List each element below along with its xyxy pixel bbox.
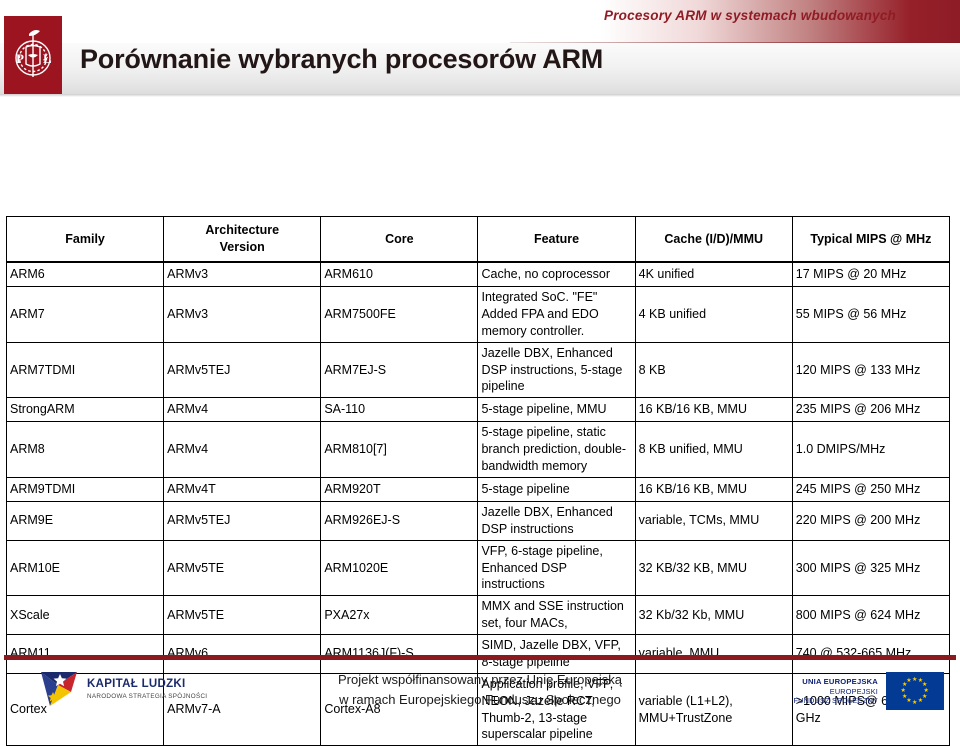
european-union-text: UNIA EUROPEJSKA EUROPEJSKI FUNDUSZ SPOŁE… — [794, 677, 879, 705]
eu-text-line3: FUNDUSZ SPOŁECZNY — [793, 695, 878, 705]
cell-mips: 17 MIPS @ 20 MHz — [791, 261, 951, 287]
european-union-flag-icon: ★ ★ ★ ★ ★ ★ ★ ★ ★ ★ ★ ★ — [886, 672, 944, 710]
table-row: ARM7TDMI ARMv5TEJ ARM7EJ-S Jazelle DBX, Enh… — [5, 341, 951, 399]
cell-family: ARM9TDMI — [5, 476, 165, 502]
eu-star-icon: ★ — [906, 678, 912, 685]
cell-core: ARM1020E — [320, 539, 479, 597]
svg-text:P: P — [16, 51, 24, 66]
cell-cache: 32 KB/32 KB, MMU — [634, 539, 793, 597]
table-row: ARM10E ARMv5TE ARM1020E VFP, 6-stage pipeli… — [5, 539, 951, 597]
table-row: ARM9E ARMv5TEJ ARM926EJ-S Jazelle DBX, Enha… — [5, 500, 951, 541]
header-band-shadow — [0, 94, 960, 97]
cell-feature: VFP, 6-stage pipeline, Enhanced DSP inst… — [477, 539, 636, 597]
cell-family: ARM10E — [5, 539, 165, 597]
cell-feature: Jazelle DBX, Enhanced DSP instructions, … — [477, 341, 636, 399]
cell-family: ARM9E — [5, 500, 165, 541]
cell-cache: 32 Kb/32 Kb, MMU — [634, 595, 793, 635]
cell-core: ARM7500FE — [320, 286, 479, 343]
european-union-logo: UNIA EUROPEJSKA EUROPEJSKI FUNDUSZ SPOŁE… — [794, 672, 944, 710]
table-row: ARM7 ARMv3 ARM7500FE Integrated SoC. "FE" A… — [5, 286, 951, 343]
presentation-subtitle: Procesory ARM w systemach wbudowanych — [604, 8, 896, 23]
eu-star-icon: ★ — [917, 697, 924, 704]
slide-header: Procesory ARM w systemach wbudowanych P … — [0, 0, 960, 104]
cell-mips: 300 MIPS @ 325 MHz — [791, 539, 951, 597]
cell-arch: ARMv3 — [163, 261, 322, 287]
cell-cache: 16 KB/16 KB, MMU — [634, 397, 793, 423]
cell-cache: 4K unified — [634, 261, 793, 287]
cell-core: ARM7EJ-S — [320, 341, 479, 399]
cell-feature: 5-stage pipeline, MMU — [477, 397, 636, 423]
cell-arch: ARMv4 — [163, 397, 322, 423]
column-header-typical-mips: Typical MIPS @ MHz — [791, 216, 951, 263]
cell-arch: ARMv5TE — [163, 539, 322, 597]
cell-feature: Integrated SoC. "FE" Added FPA and EDO m… — [477, 286, 636, 343]
cell-cache: variable, TCMs, MMU — [634, 500, 793, 541]
cell-mips: 235 MIPS @ 206 MHz — [791, 397, 951, 423]
cell-feature: MMX and SSE instruction set, four MACs, — [477, 595, 636, 635]
eu-star-icon: ★ — [912, 676, 918, 683]
cell-feature: 5-stage pipeline — [477, 476, 636, 502]
column-header-core: Core — [320, 216, 479, 263]
page-title: Porównanie wybranych procesorów ARM — [80, 44, 604, 74]
table-row: ARM6 ARMv3 ARM610 Cache, no coprocessor 4K u… — [5, 261, 951, 287]
cell-core: SA-110 — [320, 397, 479, 423]
cell-mips: 220 MIPS @ 200 MHz — [791, 500, 951, 541]
cell-family: StrongARM — [5, 397, 165, 423]
cell-feature: Cache, no coprocessor — [477, 261, 636, 287]
column-header-architecture-line2: Version — [219, 240, 265, 254]
eu-text-line1: UNIA EUROPEJSKA — [802, 677, 878, 687]
cell-cache: 4 KB unified — [634, 286, 793, 343]
table-row: StrongARM ARMv4 SA-110 5-stage pipeline, MM… — [5, 397, 951, 423]
cell-core: ARM610 — [320, 261, 479, 287]
cell-family: ARM7TDMI — [5, 341, 165, 399]
column-header-architecture-version: Architecture Version — [163, 216, 322, 263]
cell-cache: 8 KB unified, MMU — [634, 421, 793, 478]
table-row: XScale ARMv5TE PXA27x MMX and SSE instructi… — [5, 595, 951, 635]
table-header: Family Architecture Version Core Feature… — [5, 216, 951, 263]
cell-arch: ARMv3 — [163, 286, 322, 343]
cell-arch: ARMv5TE — [163, 595, 322, 635]
cell-feature: 5-stage pipeline, static branch predicti… — [477, 421, 636, 478]
cell-feature: Jazelle DBX, Enhanced DSP instructions — [477, 500, 636, 541]
eu-text-line2: EUROPEJSKI — [829, 686, 878, 696]
cell-mips: 55 MIPS @ 56 MHz — [791, 286, 951, 343]
cell-cache: 8 KB — [634, 341, 793, 399]
cell-core: ARM810[7] — [320, 421, 479, 478]
eu-star-icon: ★ — [900, 688, 906, 694]
cell-core: ARM926EJ-S — [320, 500, 479, 541]
eu-star-icon: ★ — [912, 699, 918, 706]
cell-family: ARM6 — [5, 261, 165, 287]
politechnika-lodzka-crest-icon: P Ł — [15, 30, 52, 77]
cell-mips: 800 MIPS @ 624 MHz — [791, 595, 951, 635]
slide-footer: KAPITAŁ LUDZKI NARODOWA STRATEGIA SPÓJNO… — [0, 664, 960, 720]
cell-arch: ARMv5TEJ — [163, 341, 322, 399]
eu-star-icon: ★ — [902, 693, 908, 700]
column-header-family: Family — [5, 216, 165, 263]
column-header-feature: Feature — [477, 216, 636, 263]
table-row: ARM8 ARMv4 ARM810[7] 5-stage pipeline, stat… — [5, 421, 951, 478]
svg-text:Ł: Ł — [43, 51, 52, 66]
cell-core: ARM920T — [320, 476, 479, 502]
column-header-cache: Cache (I/D)/MMU — [634, 216, 793, 263]
cell-arch: ARMv4 — [163, 421, 322, 478]
cell-mips: 1.0 DMIPS/MHz — [791, 421, 951, 478]
cell-mips: 245 MIPS @ 250 MHz — [791, 476, 951, 502]
cell-cache: 16 KB/16 KB, MMU — [634, 476, 793, 502]
cell-family: XScale — [5, 595, 165, 635]
table-header-row: Family Architecture Version Core Feature… — [5, 216, 951, 263]
cell-core: PXA27x — [320, 595, 479, 635]
footer-divider-rule — [4, 655, 956, 660]
table-row: ARM9TDMI ARMv4T ARM920T 5-stage pipeline 16 … — [5, 476, 951, 502]
cell-arch: ARMv4T — [163, 476, 322, 502]
column-header-architecture-line1: Architecture — [205, 223, 280, 238]
cell-arch: ARMv5TEJ — [163, 500, 322, 541]
cell-family: ARM7 — [5, 286, 165, 343]
university-logo-block: P Ł — [4, 16, 62, 94]
cell-mips: 120 MIPS @ 133 MHz — [791, 341, 951, 399]
cell-family: ARM8 — [5, 421, 165, 478]
